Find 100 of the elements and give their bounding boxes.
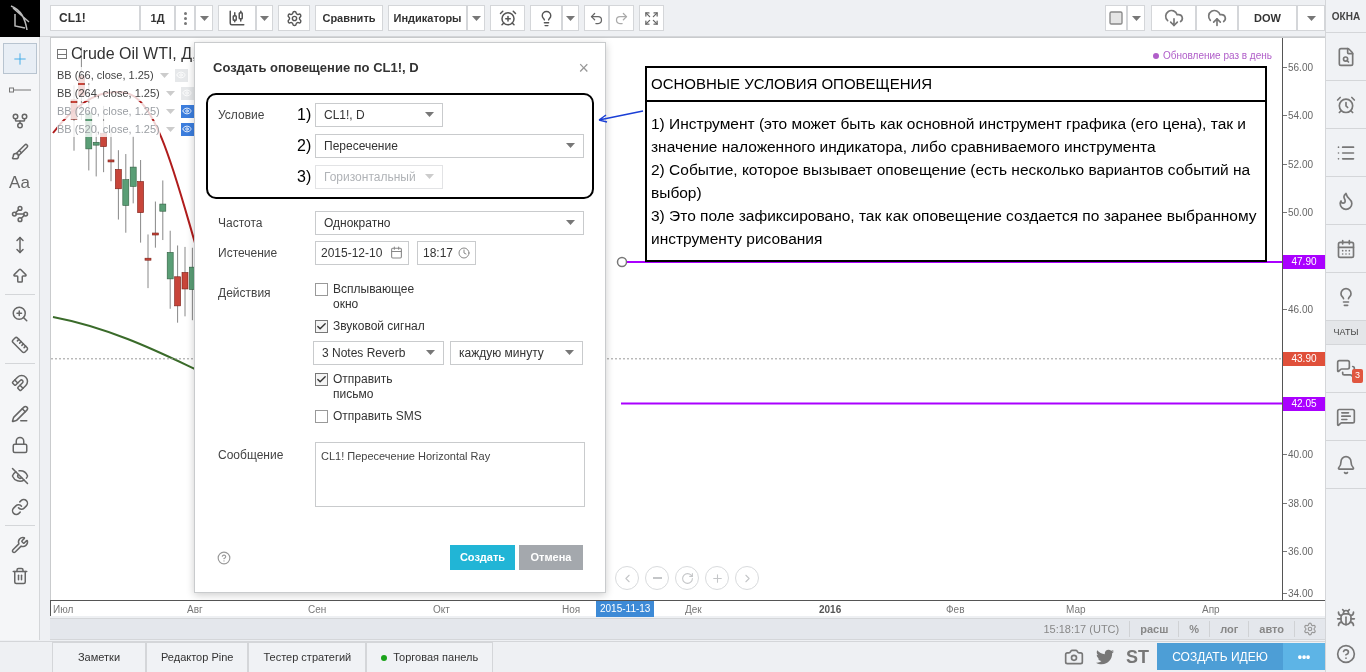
dropdown[interactable]: Однократно — [315, 210, 584, 235]
st-button[interactable]: ST — [1126, 643, 1149, 671]
app-logo[interactable] — [0, 0, 40, 37]
plus-icon — [710, 571, 724, 585]
checkbox[interactable] — [315, 409, 328, 423]
bell-icon — [1336, 454, 1356, 475]
annotation-text: 1) Инструмент (это может быть как основной инструмент графика (его цена), так и значение наложенного индикатора, либо сравниваемого инструмента — [651, 114, 1247, 157]
checkbox-label: Звуковой сигнал — [333, 318, 426, 334]
field-label: Условие — [218, 106, 266, 124]
repeat-dropdown[interactable]: каждую минуту — [450, 340, 583, 365]
settings-button[interactable] — [278, 5, 310, 31]
eye-toggle[interactable] — [180, 104, 194, 118]
message-field[interactable]: CL1! Пересечение Horizontal Ray — [315, 441, 585, 507]
eye-toggle[interactable] — [180, 122, 194, 136]
dropdown-button[interactable] — [562, 5, 579, 31]
undo-button[interactable] — [584, 5, 609, 31]
sidebar-section-title: ЧАТЫ — [1326, 321, 1366, 345]
dropdown-button[interactable] — [467, 5, 485, 31]
bug-icon — [1336, 608, 1356, 628]
layout-name-button[interactable]: DOW — [1238, 5, 1297, 31]
eye-toggle[interactable] — [174, 68, 188, 82]
magnet-icon — [10, 373, 29, 392]
checkbox[interactable] — [315, 282, 328, 296]
dropdown-button[interactable] — [256, 5, 273, 31]
annotation-title: ОСНОВНЫЕ УСЛОВИЯ ОПОВЕЩЕНИЯ — [647, 68, 1265, 102]
eye-icon — [176, 70, 187, 80]
dropdown-button[interactable] — [1297, 5, 1325, 31]
collapse-icon[interactable] — [57, 49, 67, 59]
caret-icon — [199, 15, 209, 21]
lock-icon — [10, 435, 29, 454]
bottom-tab[interactable]: Заметки — [52, 642, 146, 672]
time-label: Дек — [685, 603, 702, 617]
date-field[interactable]: 2015-12-10 — [315, 240, 409, 265]
help-icon — [1336, 644, 1356, 664]
bottom-tab[interactable]: Тестер стратегий — [248, 642, 367, 672]
price-marker: 47.90 — [1283, 255, 1325, 269]
chats-button[interactable]: 3 — [1326, 345, 1366, 393]
horizontal-ray[interactable] — [616, 256, 1282, 268]
help-icon[interactable] — [217, 550, 231, 565]
price-marker: 42.05 — [1283, 396, 1325, 411]
step-number: 3) — [297, 166, 313, 187]
checkbox[interactable] — [315, 372, 328, 386]
square-icon — [1108, 10, 1124, 26]
step-number: 1) — [297, 104, 313, 125]
dropdown-button[interactable] — [195, 5, 213, 31]
price-label: 34.00 — [1288, 587, 1314, 601]
price-label: 54.00 — [1288, 109, 1314, 124]
camera-icon[interactable] — [1064, 647, 1084, 667]
interval-button[interactable]: 1Д — [140, 5, 175, 31]
load-layout-button[interactable] — [1151, 5, 1196, 31]
settings-icon — [1303, 622, 1317, 636]
indicator-label[interactable]: BB (264, close, 1.25) — [57, 84, 160, 102]
pattern-icon — [10, 204, 29, 223]
search-icon — [1336, 46, 1356, 67]
indicators-button[interactable]: Индикаторы — [388, 5, 467, 31]
checkbox-label: Отправить SMS — [333, 408, 423, 424]
chart-style-button[interactable] — [218, 5, 256, 31]
alarm-icon — [1336, 94, 1356, 115]
more-menu-button[interactable] — [175, 5, 195, 31]
drawing-tool[interactable]: Aa — [2, 167, 37, 198]
clock-time: 15:18:17 (UTC) — [1033, 620, 1131, 638]
eye-icon — [182, 88, 193, 98]
flame-icon — [1336, 190, 1356, 211]
bottom-tab[interactable]: Торговая панель — [366, 642, 494, 672]
caret-icon — [425, 112, 434, 117]
ideas-button[interactable] — [530, 5, 562, 31]
price-label: 56.00 — [1288, 61, 1314, 75]
checkbox[interactable] — [315, 319, 328, 333]
fullscreen-icon — [644, 10, 659, 26]
save-layout-button[interactable] — [1196, 5, 1238, 31]
symbol-field[interactable]: CL1! — [50, 5, 140, 31]
annotation-text: 2) Событие, которое вызывает оповещение (есть несколько вариантов событий на выбор) — [651, 160, 1252, 203]
cloud-download-icon — [1163, 8, 1184, 28]
dropdown-button[interactable] — [1127, 5, 1145, 31]
fullscreen-button[interactable] — [639, 5, 664, 31]
dropdown[interactable]: CL1!, D — [315, 102, 443, 127]
alarm-plus-icon — [498, 9, 517, 27]
time-field[interactable]: 18:17 — [417, 240, 476, 265]
update-note: Обновление раз в день — [1162, 49, 1272, 63]
caret-icon — [165, 108, 175, 114]
sound-dropdown[interactable]: 3 Notes Reverb — [313, 340, 444, 365]
eye-icon — [182, 124, 193, 134]
count-badge: 3 — [1352, 369, 1363, 383]
dots-icon — [183, 11, 187, 25]
bottom-tab[interactable]: Редактор Pine — [146, 642, 249, 672]
indicator-label[interactable]: BB (66, close, 1.25) — [57, 66, 154, 84]
time-label: Сен — [308, 603, 327, 617]
color-button[interactable] — [1105, 5, 1127, 31]
pencil-icon — [10, 404, 29, 423]
bird-icon[interactable] — [1096, 648, 1114, 666]
arrow-up-icon — [10, 266, 29, 285]
caret-icon — [426, 350, 435, 355]
cloud-upload-icon — [1207, 8, 1227, 28]
dropdown[interactable]: Пересечение — [315, 133, 584, 158]
add-alert-button[interactable] — [490, 5, 525, 31]
time-label: Окт — [433, 603, 450, 617]
caret-icon — [566, 15, 575, 21]
compare-button[interactable]: Сравнить — [315, 5, 383, 31]
eye-toggle[interactable] — [180, 86, 194, 100]
calendar-icon — [1336, 238, 1356, 259]
